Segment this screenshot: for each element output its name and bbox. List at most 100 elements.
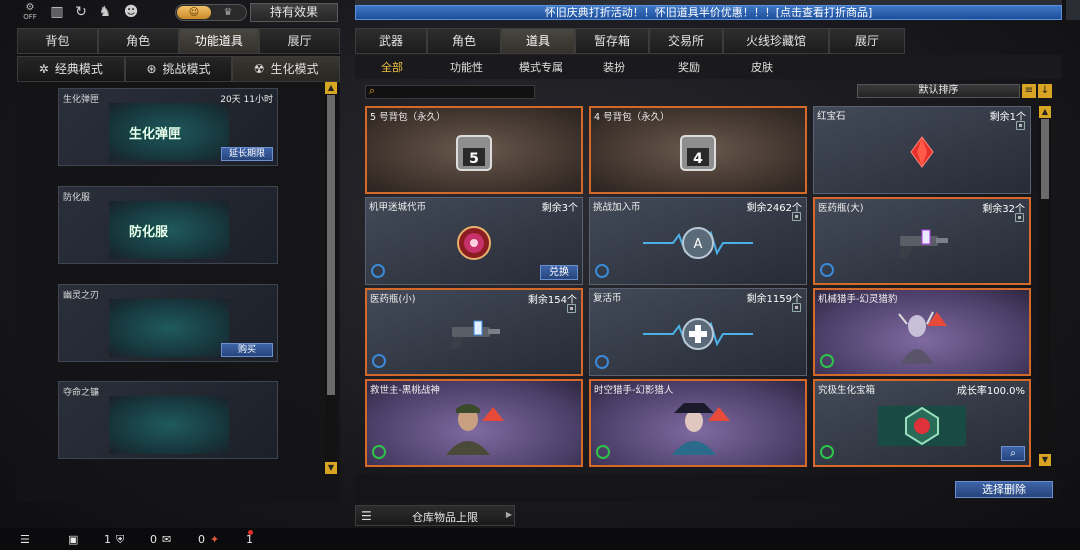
lock-icon: ▪ <box>792 212 801 221</box>
emblem-icon: ♛ <box>223 7 233 18</box>
item-card[interactable]: 5 号背包（永久） 5 <box>365 106 583 194</box>
backpack-4-icon: 4 <box>680 134 716 171</box>
status-count: 0 <box>150 533 157 546</box>
scroll-down-icon[interactable]: ▼ <box>325 462 337 474</box>
tab-items[interactable]: 道具 <box>501 28 575 54</box>
blue-badge-icon <box>820 263 834 277</box>
magnifier-icon[interactable]: ⌕ <box>1001 446 1025 461</box>
holding-effect-button[interactable]: 持有效果 <box>250 3 338 22</box>
tab-function-items[interactable]: 功能道具 <box>178 28 260 54</box>
subtab-all[interactable]: 全部 <box>381 59 403 75</box>
item-card[interactable]: 医药瓶(小) 剩余154个 ▪ <box>365 288 583 376</box>
item-card[interactable]: 医药瓶(大) 剩余32个 ▪ <box>813 197 1031 285</box>
sort-dropdown[interactable]: 默认排序 <box>857 84 1020 98</box>
item-name: 机械猎手-幻灵猎豹 <box>818 294 898 305</box>
refresh-icon[interactable]: ↻ <box>70 3 92 21</box>
hazmat-suit-art <box>109 201 229 259</box>
left-item-card[interactable]: 幽灵之刃 购买 <box>58 284 278 362</box>
tab-weapons[interactable]: 武器 <box>355 28 427 54</box>
gift-icon[interactable]: ✦ <box>210 533 219 546</box>
buy-button[interactable]: 购买 <box>221 343 273 357</box>
subtab-outfit[interactable]: 装扮 <box>603 59 625 75</box>
item-card[interactable]: 机甲迷城代币 剩余3个 兑换 <box>365 197 583 285</box>
right-scrollbar[interactable]: ▲ ▼ <box>1039 106 1051 466</box>
subtab-skin[interactable]: 皮肤 <box>751 59 773 75</box>
tab-exchange[interactable]: 交易所 <box>649 28 723 54</box>
ruby-icon <box>910 135 934 168</box>
item-card[interactable]: 时空猎手-幻影猎人 <box>589 379 807 467</box>
backpack-icon[interactable]: ▣ <box>68 533 78 546</box>
item-name: 幽灵之刃 <box>63 291 100 301</box>
green-badge-icon <box>820 445 834 459</box>
list-view-icon[interactable]: ≡ <box>1022 84 1036 98</box>
search-input[interactable]: ⌕ <box>365 84 535 99</box>
lock-icon: ▪ <box>1015 213 1024 222</box>
item-card[interactable]: 红宝石 剩余1个 ▪ <box>813 106 1031 194</box>
tab-characters[interactable]: 角色 <box>427 28 501 54</box>
classic-mode-icon: ✲ <box>38 62 49 76</box>
extend-button[interactable]: 延长期限 <box>221 147 273 161</box>
item-card[interactable]: 挑战加入币 剩余2462个 ▪ A <box>589 197 807 285</box>
tab-classic-mode[interactable]: ✲ 经典模式 <box>17 56 125 82</box>
lock-icon: ▪ <box>567 304 576 313</box>
storage-limit-button[interactable]: ☰ 仓库物品上限 ▶ <box>355 505 515 526</box>
promo-banner[interactable]: 怀旧庆典打折活动！！怀旧道具半价优惠！！！[点击查看打折商品] <box>355 5 1062 20</box>
shield-icon[interactable]: ⛨ <box>116 533 124 547</box>
blue-badge-icon <box>595 264 609 278</box>
character-portrait-icon <box>672 402 730 455</box>
item-art-label: 防化服 <box>129 225 169 240</box>
item-quantity: 剩余3个 <box>541 203 578 214</box>
tab-challenge-mode[interactable]: ⊛ 挑战模式 <box>124 56 233 82</box>
item-card[interactable]: 救世主-黑桃战神 <box>365 379 583 467</box>
banner-side-strip <box>1066 0 1080 20</box>
item-card[interactable]: 4 号背包（永久） 4 <box>589 106 807 194</box>
ghost-blade-art <box>109 299 229 357</box>
character-icon[interactable]: ♞ <box>94 3 116 21</box>
scroll-up-icon[interactable]: ▲ <box>325 82 337 94</box>
left-item-card[interactable]: 生化弹匣 20天 11小时 生化弹匣 延长期限 <box>58 88 278 166</box>
subtab-reward[interactable]: 奖励 <box>678 59 700 75</box>
status-count: 1 <box>104 533 111 546</box>
subtab-functional[interactable]: 功能性 <box>450 59 483 75</box>
green-badge-icon <box>596 445 610 459</box>
left-scrollbar[interactable]: ▲ ▼ <box>325 82 337 474</box>
mode-tab-bar: ✲ 经典模式 ⊛ 挑战模式 ☢ 生化模式 <box>17 56 341 82</box>
tab-temp-storage[interactable]: 暂存箱 <box>575 28 649 54</box>
item-name: 4 号背包（永久） <box>594 112 670 123</box>
tab-backpack[interactable]: 背包 <box>17 28 98 54</box>
sort-order-icon[interactable]: ↓ <box>1038 84 1052 98</box>
biochem-chest-icon <box>878 405 966 446</box>
character-portrait-icon <box>446 403 504 455</box>
mode-toggle[interactable]: ☺ ♛ <box>175 4 247 21</box>
mascot-icon[interactable]: ☻ <box>120 3 142 21</box>
chat-icon[interactable]: ✉ <box>162 533 171 546</box>
left-item-card[interactable]: 防化服 防化服 <box>58 186 278 264</box>
left-item-card[interactable]: 夺命之镰 <box>58 381 278 459</box>
item-name: 机甲迷城代币 <box>369 202 427 213</box>
select-delete-button[interactable]: 选择删除 <box>955 481 1053 498</box>
blue-badge-icon <box>371 264 385 278</box>
scroll-up-icon[interactable]: ▲ <box>1039 106 1051 118</box>
left-tab-bar: 背包 角色 功能道具 展厅 <box>17 28 340 54</box>
scroll-down-icon[interactable]: ▼ <box>1039 454 1051 466</box>
tab-showroom[interactable]: 展厅 <box>829 28 905 54</box>
tab-label: 生化模式 <box>270 62 319 76</box>
exchange-button[interactable]: 兑换 <box>540 265 578 280</box>
ranking-icon[interactable]: ▥ <box>46 3 68 21</box>
tab-collection[interactable]: 火线珍藏馆 <box>723 28 829 54</box>
mech-token-icon <box>457 225 491 260</box>
search-icon: ⌕ <box>369 84 376 97</box>
item-card[interactable]: 复活币 剩余1159个 ▪ <box>589 288 807 376</box>
tab-showroom[interactable]: 展厅 <box>259 28 340 54</box>
revive-coin-icon <box>643 317 753 350</box>
menu-icon[interactable]: ☰ <box>20 533 30 546</box>
scroll-thumb[interactable] <box>1041 119 1049 199</box>
subtab-mode-exclusive[interactable]: 模式专属 <box>519 59 563 75</box>
tab-biochem-mode[interactable]: ☢ 生化模式 <box>232 56 341 82</box>
item-card[interactable]: 机械猎手-幻灵猎豹 <box>813 288 1031 376</box>
item-card[interactable]: 究极生化宝箱 成长率100.0% ⌕ <box>813 379 1031 467</box>
tab-character[interactable]: 角色 <box>97 28 179 54</box>
off-toggle-icon[interactable]: ⚙ OFF <box>18 3 42 22</box>
scroll-thumb[interactable] <box>327 95 335 395</box>
notification-dot-icon <box>248 530 253 535</box>
